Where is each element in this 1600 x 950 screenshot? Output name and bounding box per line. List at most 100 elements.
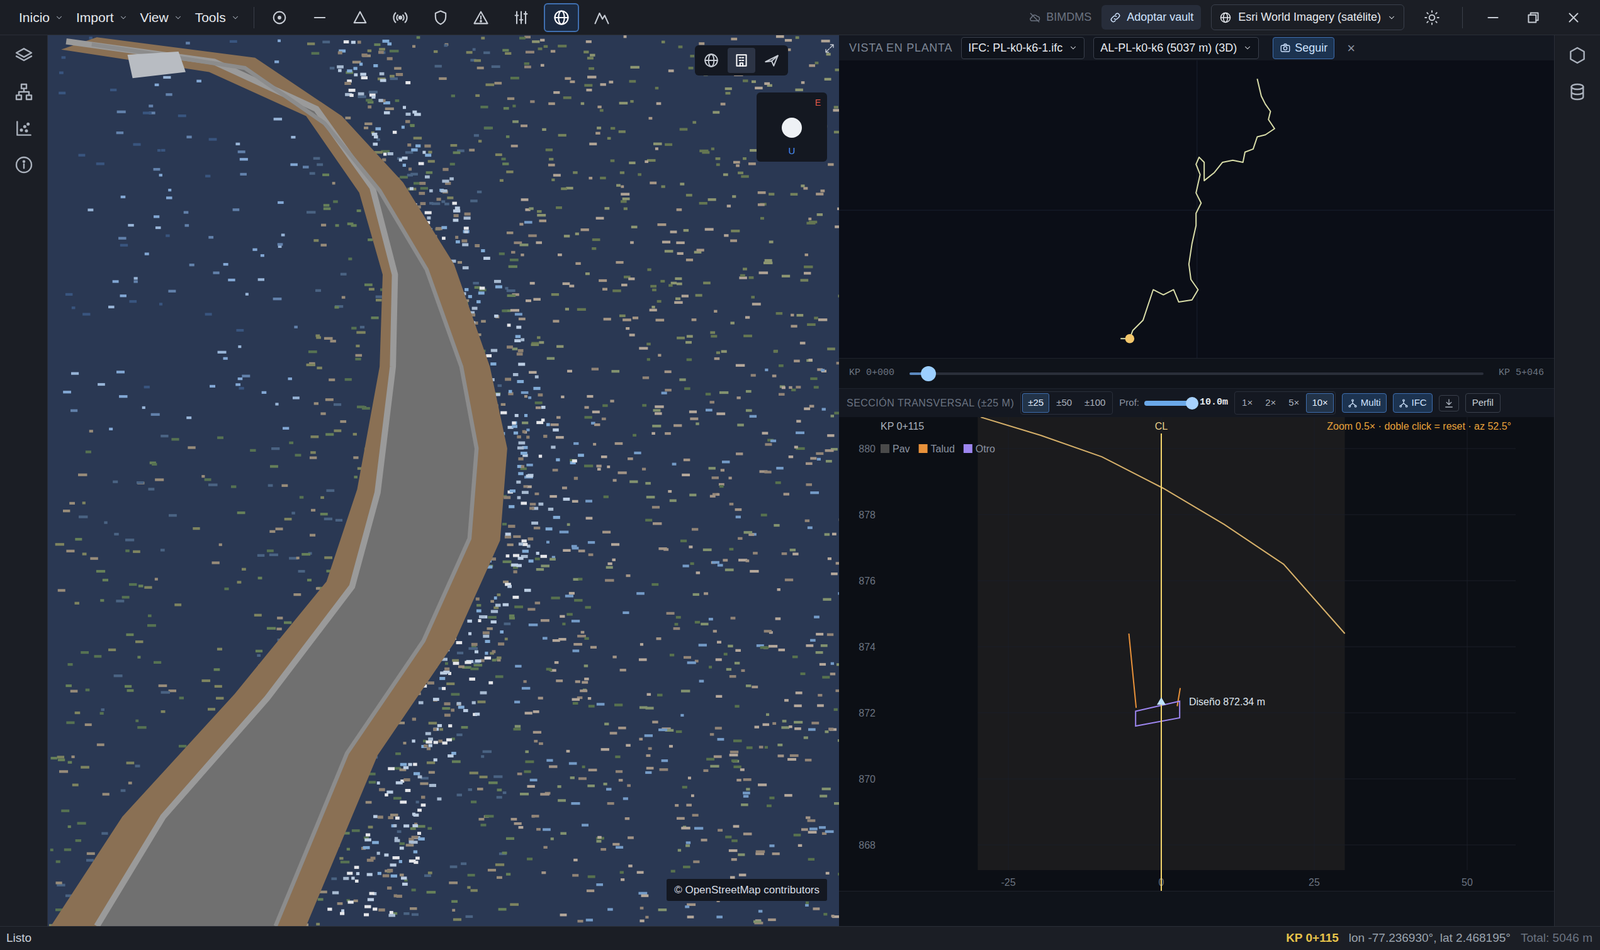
point-cloud-dot	[651, 305, 655, 309]
point-cloud-dot	[428, 159, 435, 163]
point-cloud-dot	[137, 726, 147, 729]
point-cloud-dot	[82, 501, 86, 505]
point-cloud-dot	[451, 659, 459, 663]
point-cloud-dot	[496, 876, 503, 880]
menu-button[interactable]: Import	[69, 3, 135, 32]
point-cloud-dot	[538, 219, 547, 223]
point-cloud-dot	[723, 234, 729, 237]
point-cloud-dot	[205, 174, 211, 178]
point-cloud-dot	[822, 598, 831, 602]
point-cloud-dot	[805, 483, 812, 486]
point-cloud-dot	[776, 35, 785, 38]
point-cloud-dot	[572, 578, 579, 581]
warning-tool-button[interactable]	[463, 3, 499, 33]
target-tool-button[interactable]	[261, 3, 298, 33]
point-cloud-dot	[645, 519, 653, 522]
point-cloud-dot	[703, 592, 709, 595]
point-cloud-dot	[403, 912, 410, 916]
point-cloud-dot	[766, 805, 772, 808]
winmin-icon	[1484, 9, 1502, 26]
point-cloud-dot	[445, 662, 449, 666]
point-cloud-dot	[631, 225, 638, 229]
point-cloud-dot	[326, 489, 335, 493]
point-cloud-dot	[695, 422, 700, 425]
point-cloud-dot	[531, 521, 539, 525]
point-cloud-dot	[353, 433, 357, 436]
point-cloud-dot	[144, 385, 150, 389]
point-cloud-dot	[788, 386, 793, 389]
point-cloud-dot	[584, 677, 589, 681]
3d-viewport[interactable]: EU© OpenStreetMap contributors	[47, 35, 840, 927]
point-cloud-dot	[686, 258, 693, 262]
point-cloud-dot	[625, 817, 630, 821]
restore-button[interactable]	[1515, 3, 1551, 33]
point-cloud-dot	[669, 653, 675, 657]
point-cloud-dot	[61, 810, 70, 813]
triangle-tool-button[interactable]	[342, 3, 378, 33]
point-cloud-dot	[329, 66, 335, 70]
point-cloud-dot	[313, 239, 319, 242]
menu-button[interactable]: Tools	[188, 3, 247, 32]
point-cloud-dot	[476, 609, 482, 614]
point-cloud-dot	[548, 102, 556, 106]
minimize-button[interactable]	[1475, 3, 1511, 33]
point-cloud-dot	[478, 818, 485, 821]
point-cloud-dot	[528, 623, 539, 627]
broadcast-tool-button[interactable]	[382, 3, 418, 33]
point-cloud-dot	[325, 433, 334, 436]
point-cloud-dot	[730, 750, 739, 754]
point-cloud-dot	[353, 73, 358, 77]
point-cloud-dot	[596, 126, 602, 130]
info-button[interactable]	[13, 154, 34, 175]
point-cloud-dot	[679, 127, 688, 131]
point-cloud-dot	[390, 874, 398, 879]
shield-tool-button[interactable]	[422, 3, 459, 33]
point-cloud-dot	[185, 224, 190, 227]
point-cloud-dot	[420, 186, 429, 190]
point-cloud-dot	[784, 579, 794, 582]
point-cloud-dot	[82, 312, 91, 316]
point-cloud-dot	[487, 616, 497, 619]
point-cloud-dot	[543, 434, 547, 439]
point-cloud-dot	[423, 744, 428, 748]
point-cloud-dot	[755, 850, 766, 854]
point-cloud-dot	[108, 428, 113, 431]
point-cloud-dot	[271, 447, 280, 451]
close-window-button[interactable]	[1555, 3, 1592, 33]
point-cloud-dot	[153, 661, 162, 665]
point-cloud-dot	[376, 138, 381, 141]
point-cloud-dot	[484, 815, 495, 818]
point-cloud-dot	[211, 561, 220, 564]
point-cloud-dot	[509, 903, 519, 907]
point-cloud-dot	[135, 640, 143, 644]
point-cloud-dot	[808, 831, 817, 834]
point-cloud-dot	[548, 669, 553, 672]
point-cloud-dot	[555, 679, 563, 683]
basemap-select[interactable]: Esri World Imagery (satélite)	[1211, 4, 1405, 31]
minus-tool-button[interactable]	[302, 3, 338, 33]
layers-button[interactable]	[13, 45, 34, 66]
point-cloud-dot	[575, 262, 581, 265]
point-cloud-dot	[587, 75, 597, 79]
globe-tool-button[interactable]	[543, 3, 580, 33]
point-cloud-dot	[437, 724, 442, 728]
sliders-tool-button[interactable]	[503, 3, 539, 33]
adopt-vault-button[interactable]: Adoptar vault	[1101, 5, 1201, 30]
theme-button[interactable]	[1414, 3, 1450, 33]
point-cloud-dot	[759, 271, 769, 275]
point-cloud-dot	[819, 794, 828, 798]
point-cloud-dot	[428, 721, 437, 725]
point-cloud-dot	[745, 409, 753, 412]
point-cloud-dot	[160, 434, 169, 438]
point-cloud-dot	[709, 400, 715, 404]
menu-button[interactable]: Inicio	[12, 3, 70, 32]
tree-button[interactable]	[13, 81, 34, 102]
point-cloud-dot	[521, 687, 530, 690]
mountain-tool-button[interactable]	[584, 3, 620, 33]
point-cloud-dot	[757, 783, 767, 787]
point-cloud-dot	[315, 289, 322, 293]
point-cloud-dot	[147, 614, 152, 618]
point-cloud-dot	[728, 548, 734, 551]
menu-button[interactable]: View	[134, 3, 189, 32]
chart-button[interactable]	[13, 118, 34, 139]
